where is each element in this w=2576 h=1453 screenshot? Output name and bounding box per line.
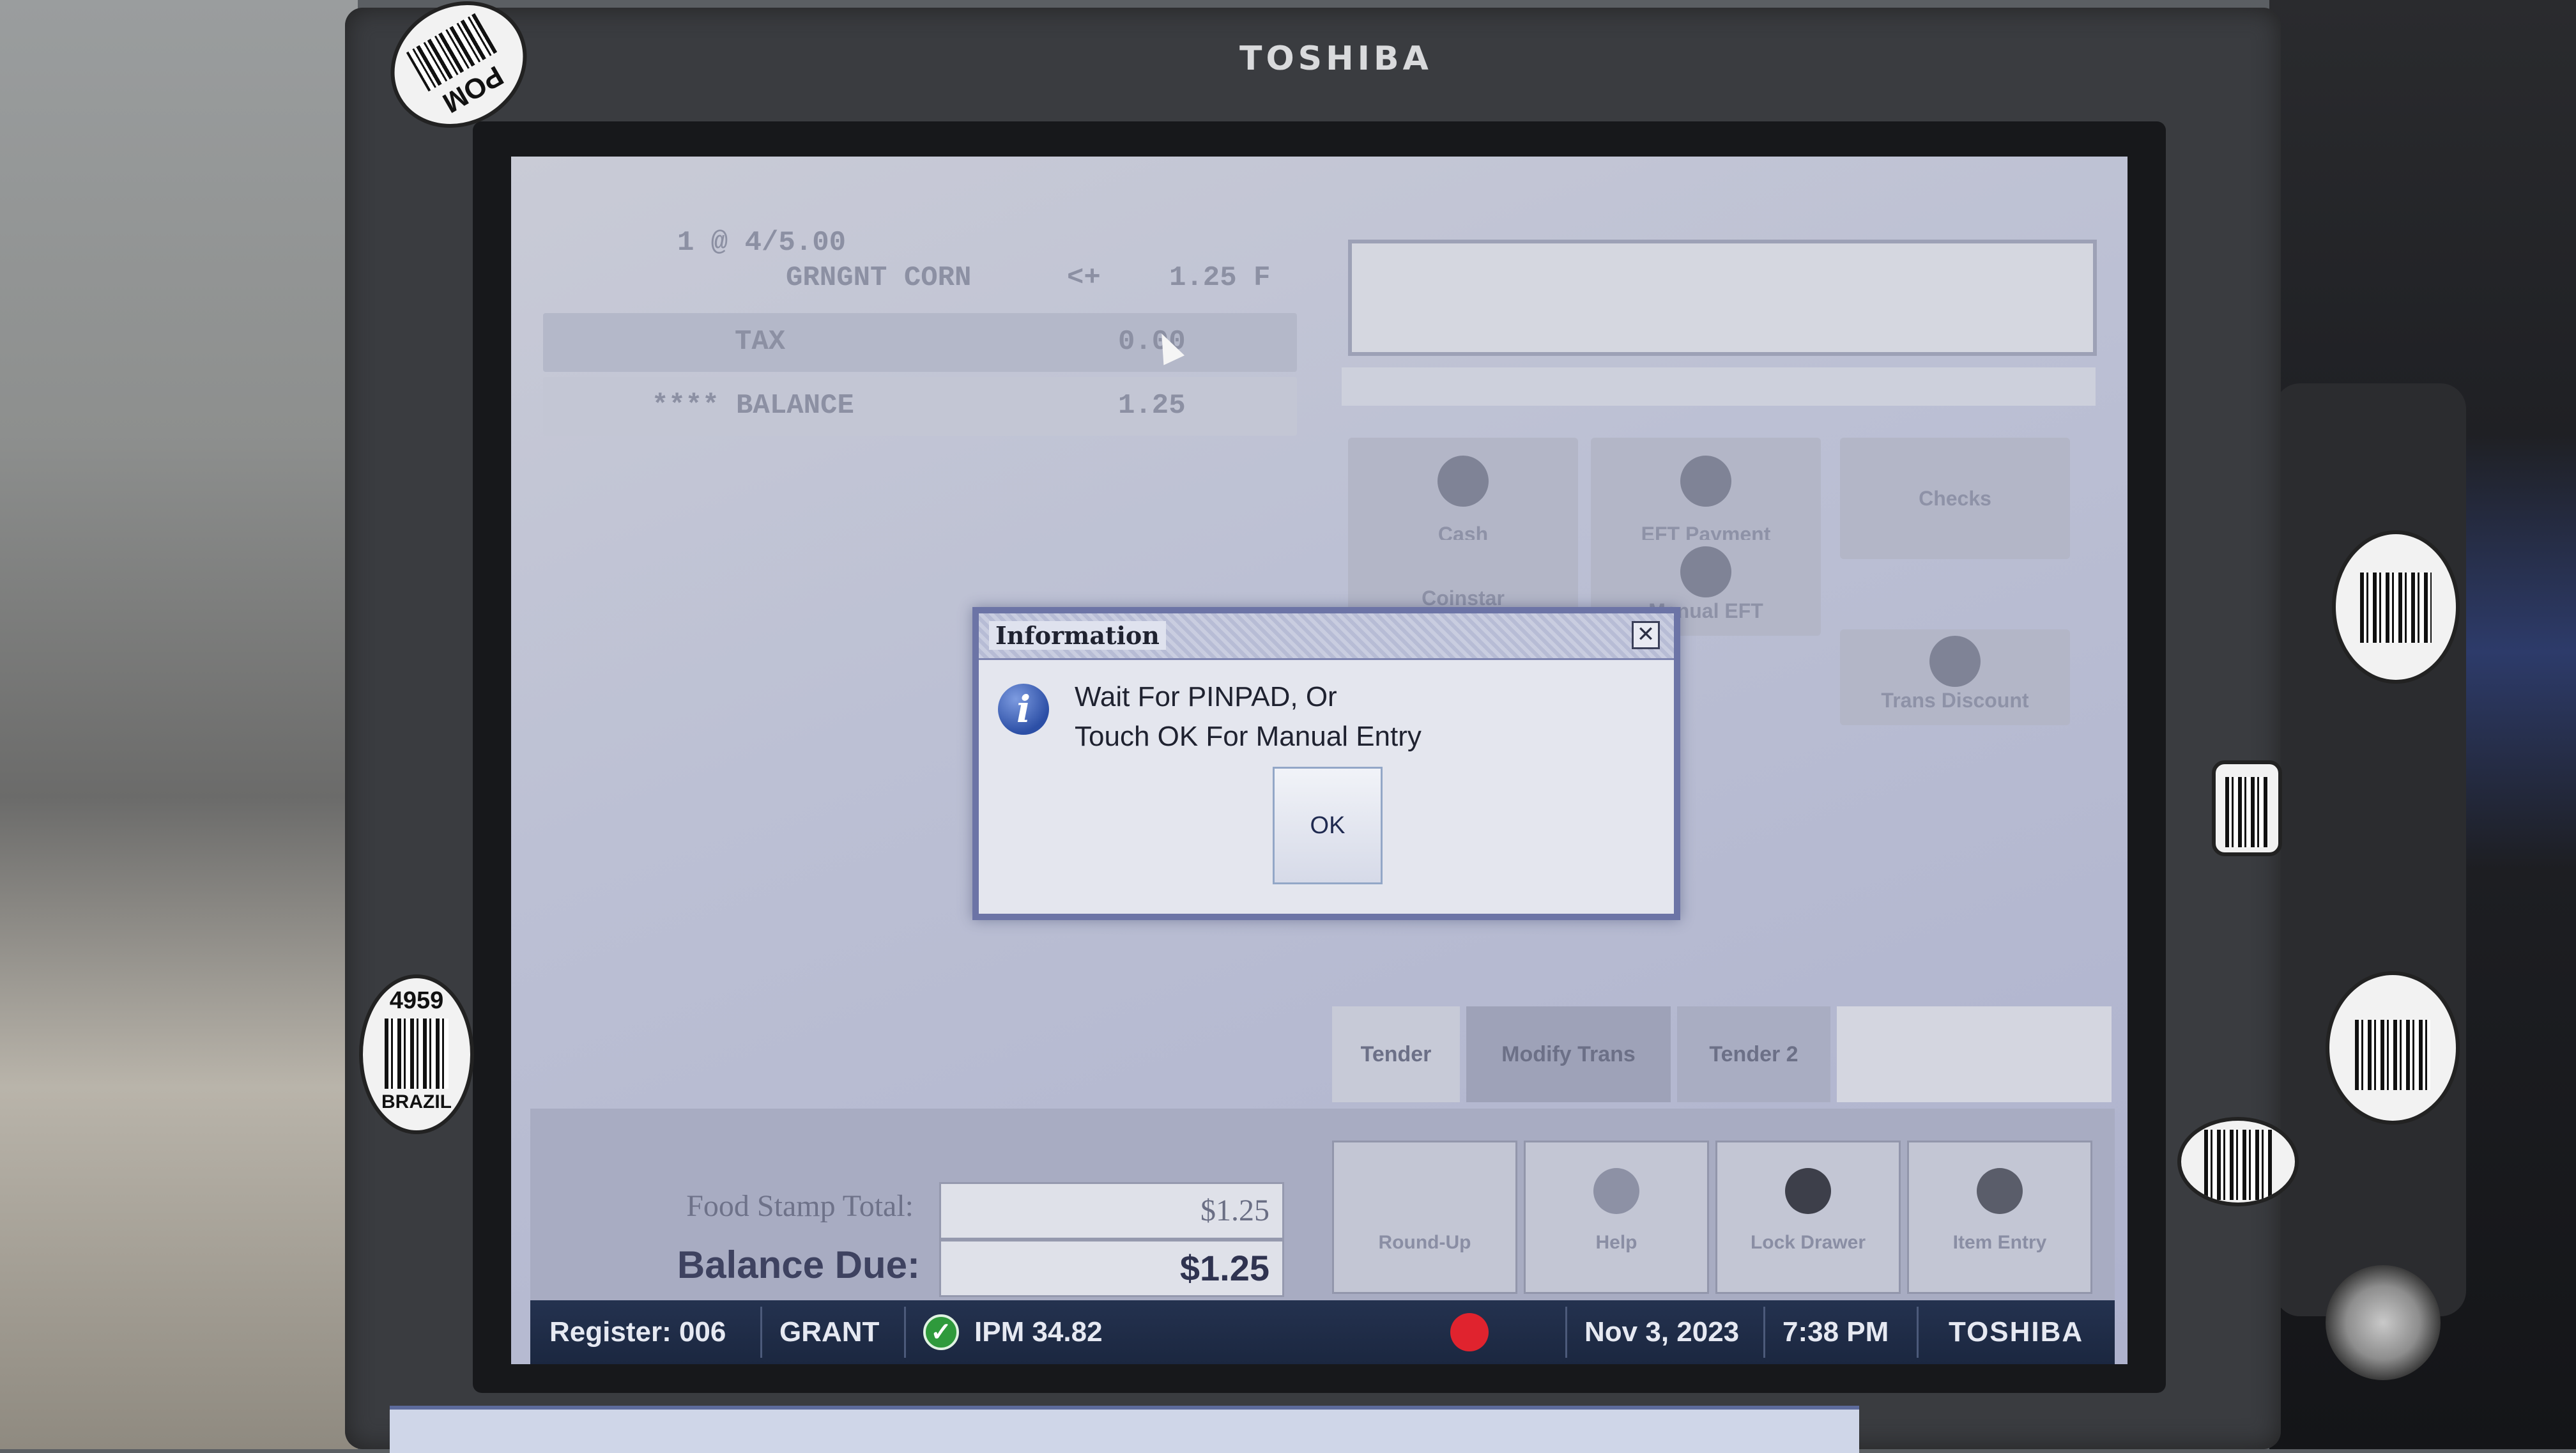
close-icon[interactable]: ✕ xyxy=(1632,621,1660,649)
balance-row: **** BALANCE 1.25 xyxy=(543,377,1297,436)
item-entry-button-label: Item Entry xyxy=(1952,1232,2047,1253)
food-stamp-total-value: $1.25 xyxy=(939,1182,1284,1240)
side-terminal xyxy=(2274,383,2466,1316)
produce-sticker-bottom xyxy=(2326,971,2460,1125)
tab-tender[interactable]: Tender xyxy=(1332,1006,1460,1102)
lock-drawer-button[interactable]: Lock Drawer xyxy=(1715,1141,1901,1294)
ipm-indicator: ✓ IPM 34.82 xyxy=(923,1300,1103,1364)
lock-drawer-button-label: Lock Drawer xyxy=(1750,1232,1866,1253)
bottom-banner xyxy=(390,1406,1859,1453)
status-divider xyxy=(1917,1307,1919,1358)
dialog-message-line-2: Touch OK For Manual Entry xyxy=(1075,721,1422,752)
dialog-message: Wait For PINPAD, Or Touch OK For Manual … xyxy=(1075,677,1422,757)
status-divider xyxy=(1763,1307,1765,1358)
cashier-name: GRANT xyxy=(779,1316,880,1348)
input-strip xyxy=(1342,367,2096,406)
lock-icon xyxy=(1785,1168,1831,1214)
tab-modify-trans[interactable]: Modify Trans xyxy=(1466,1006,1671,1102)
help-button[interactable]: Help xyxy=(1524,1141,1709,1294)
trans-discount-button[interactable]: Trans Discount xyxy=(1840,629,2070,725)
balance-due-label: Balance Due: xyxy=(677,1243,920,1286)
monitor-brand-label: TOSHIBA xyxy=(1239,40,1432,78)
balance-value: 1.25 xyxy=(1118,390,1186,422)
ipm-value: IPM 34.82 xyxy=(974,1316,1103,1348)
balance-label: **** BALANCE xyxy=(652,390,854,422)
arrow-right-icon xyxy=(1977,1168,2023,1214)
receipt-item-mark: <+ xyxy=(1067,262,1101,294)
register-number: Register: 006 xyxy=(549,1316,726,1348)
help-icon xyxy=(1593,1168,1639,1214)
item-entry-button[interactable]: Item Entry xyxy=(1907,1141,2092,1294)
tax-label: TAX xyxy=(735,326,786,358)
plu-sticker-origin: BRAZIL xyxy=(381,1091,452,1112)
receipt-panel: 1 @ 4/5.00 GRNGNT CORN <+ 1.25 F TAX 0.0… xyxy=(530,227,1297,623)
card-icon xyxy=(1680,456,1731,507)
barcode-icon xyxy=(2225,777,2269,847)
produce-sticker-top xyxy=(2332,530,2460,684)
dialog-title: Information xyxy=(989,621,1166,650)
status-time: 7:38 PM xyxy=(1782,1316,1889,1348)
checks-button-label: Checks xyxy=(1919,486,1991,510)
round-up-button-label: Round-Up xyxy=(1378,1232,1471,1253)
tax-row: TAX 0.00 xyxy=(543,313,1297,372)
information-dialog: Information ✕ i Wait For PINPAD, Or Touc… xyxy=(972,607,1680,920)
info-icon: i xyxy=(998,684,1049,735)
card-icon xyxy=(1680,546,1731,597)
trans-discount-button-label: Trans Discount xyxy=(1881,689,2029,712)
tab-tender-2[interactable]: Tender 2 xyxy=(1677,1006,1830,1102)
barcode-icon xyxy=(2204,1130,2273,1200)
balance-due-value: $1.25 xyxy=(939,1240,1284,1297)
barcode-icon xyxy=(384,1019,449,1089)
cash-icon xyxy=(1438,456,1489,507)
status-divider xyxy=(760,1307,762,1358)
receipt-item-name: GRNGNT CORN xyxy=(786,262,972,294)
tab-bar: Tender Modify Trans Tender 2 xyxy=(1332,1006,2112,1109)
alert-indicator-icon xyxy=(1450,1313,1489,1351)
dialog-message-line-1: Wait For PINPAD, Or xyxy=(1075,681,1337,712)
barcode-icon xyxy=(2359,573,2432,643)
receipt-qty-line: 1 @ 4/5.00 xyxy=(677,227,847,259)
produce-sticker-middle xyxy=(2212,760,2282,856)
customer-display-box xyxy=(1348,240,2097,356)
status-brand: TOSHIBA xyxy=(1949,1316,2084,1348)
help-button-label: Help xyxy=(1595,1232,1637,1253)
tab-empty xyxy=(1837,1006,2112,1102)
food-stamp-total-label: Food Stamp Total: xyxy=(686,1189,914,1223)
key-lock-icon xyxy=(2326,1265,2441,1380)
status-divider xyxy=(904,1307,906,1358)
ok-button[interactable]: OK xyxy=(1273,767,1383,884)
status-date: Nov 3, 2023 xyxy=(1584,1316,1740,1348)
check-icon: ✓ xyxy=(923,1314,959,1350)
status-bar: Register: 006 GRANT ✓ IPM 34.82 Nov 3, 2… xyxy=(530,1300,2115,1364)
discount-icon xyxy=(1929,636,1981,687)
dialog-title-bar: Information ✕ xyxy=(979,613,1674,660)
round-up-button[interactable]: Round-Up xyxy=(1332,1141,1517,1294)
plu-sticker: 4959 BRAZIL xyxy=(359,974,474,1134)
status-divider xyxy=(1565,1307,1567,1358)
store-background-left xyxy=(0,0,358,1449)
receipt-item-price: 1.25 F xyxy=(1169,262,1271,294)
produce-sticker-lower xyxy=(2177,1117,2299,1206)
barcode-icon xyxy=(2354,1020,2431,1090)
checks-button[interactable]: Checks xyxy=(1840,438,2070,559)
